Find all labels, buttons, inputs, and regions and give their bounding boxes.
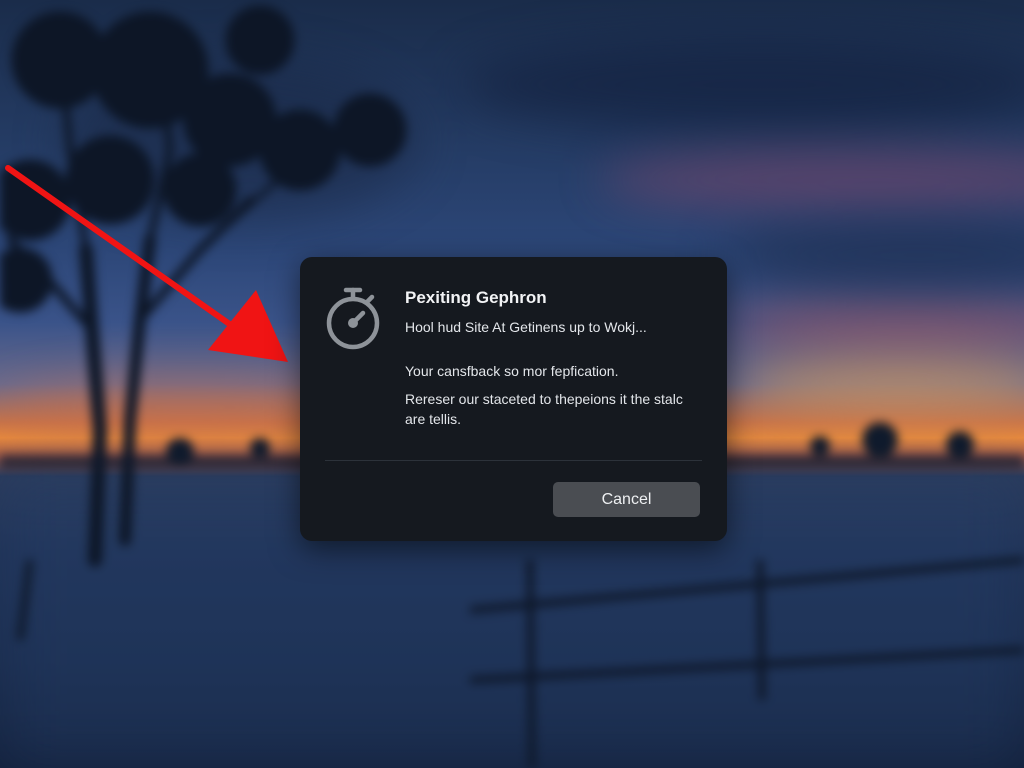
- desktop-background: Pexiting Gephron Hool hud Site At Getine…: [0, 0, 1024, 768]
- dialog-note: Rereser our staceted to thepeions it the…: [405, 391, 683, 427]
- dialog-divider: [325, 460, 702, 461]
- red-arrow-icon: [5, 165, 288, 362]
- dialog-subtitle: Hool hud Site At Getinens up to Wokj...: [405, 319, 647, 335]
- dialog-message: Your cansfback so mor fepfication.: [405, 363, 619, 379]
- dialog-title: Pexiting Gephron: [405, 288, 547, 307]
- cancel-button[interactable]: Cancel: [553, 482, 700, 517]
- stopwatch-icon: [326, 287, 380, 350]
- dialog: Pexiting Gephron Hool hud Site At Getine…: [300, 257, 727, 541]
